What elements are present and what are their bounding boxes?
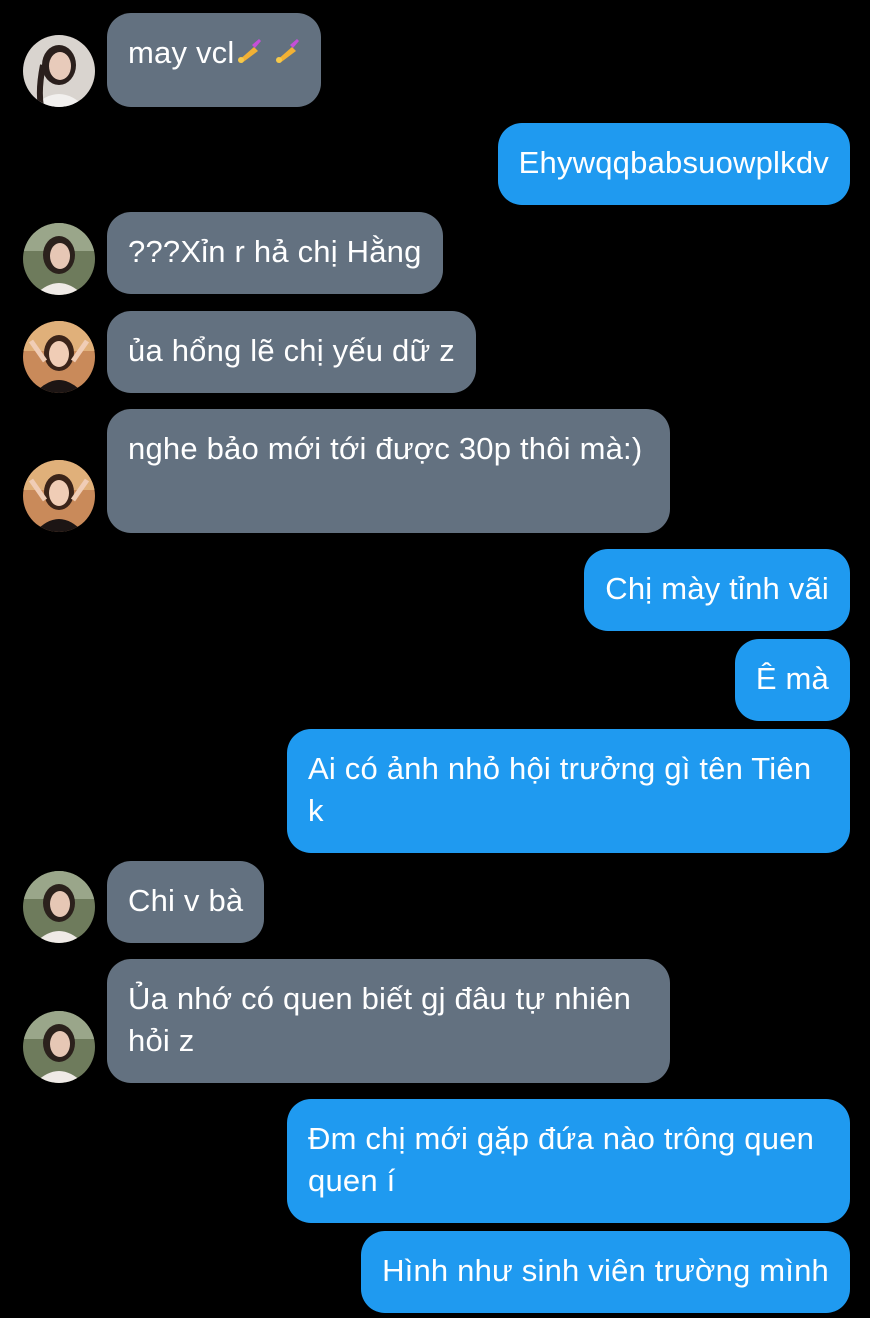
message-bubble-outgoing[interactable]: Hình như sinh viên trường mình	[361, 1231, 850, 1313]
message-bubble-outgoing[interactable]: Đm chị mới gặp đứa nào trông quen quen í	[287, 1099, 850, 1223]
message-bubble-outgoing[interactable]: Chị mày tỉnh vãi	[584, 549, 850, 631]
message-text: Ai có ảnh nhỏ hội trưởng gì tên Tiên k	[308, 751, 812, 828]
nail-polish-icon	[272, 34, 300, 76]
message-text: ủa hổng lẽ chị yếu dữ z	[128, 333, 455, 368]
avatar[interactable]	[23, 460, 95, 532]
message-text: Ê mà	[755, 661, 829, 696]
avatar[interactable]	[23, 223, 95, 295]
message-bubble-incoming[interactable]: Chi v bà	[107, 861, 265, 943]
message-text: ???Xỉn r hả chị Hằng	[128, 234, 422, 269]
message-text: Đm chị mới gặp đứa nào trông quen quen í	[308, 1121, 815, 1198]
message-bubble-outgoing[interactable]: Ê mà	[734, 639, 850, 721]
nail-polish-icon	[234, 34, 262, 76]
message-bubble-incoming[interactable]: ủa hổng lẽ chị yếu dữ z	[107, 311, 476, 393]
avatar[interactable]	[23, 321, 95, 393]
message-text: Chi v bà	[128, 883, 244, 918]
message-bubble-outgoing[interactable]: Ai có ảnh nhỏ hội trưởng gì tên Tiên k	[287, 729, 850, 853]
message-text: Ehywqqbabsuowplkdv	[518, 145, 829, 180]
message-bubble-incoming[interactable]: may vcl	[107, 13, 322, 107]
message-text: may vcl	[128, 35, 235, 70]
message-text: Chị mày tỉnh vãi	[605, 571, 829, 606]
avatar[interactable]	[23, 1011, 95, 1083]
chat-thread: may vcl Ehywqqbabsuowplkdv ???Xỉn r hả c…	[0, 0, 870, 1318]
message-text: Ủa nhớ có quen biết gj đâu tự nhiên hỏi …	[128, 981, 632, 1058]
message-bubble-outgoing[interactable]: Ehywqqbabsuowplkdv	[497, 123, 850, 205]
message-text: nghe bảo mới tới được 30p thôi mà:)	[128, 431, 643, 466]
message-bubble-incoming[interactable]: ???Xỉn r hả chị Hằng	[107, 212, 443, 294]
message-text: Hình như sinh viên trường mình	[382, 1253, 829, 1288]
message-bubble-incoming[interactable]: nghe bảo mới tới được 30p thôi mà:)	[107, 409, 670, 533]
avatar[interactable]	[23, 871, 95, 943]
message-bubble-incoming[interactable]: Ủa nhớ có quen biết gj đâu tự nhiên hỏi …	[107, 959, 670, 1083]
avatar[interactable]	[23, 35, 95, 107]
